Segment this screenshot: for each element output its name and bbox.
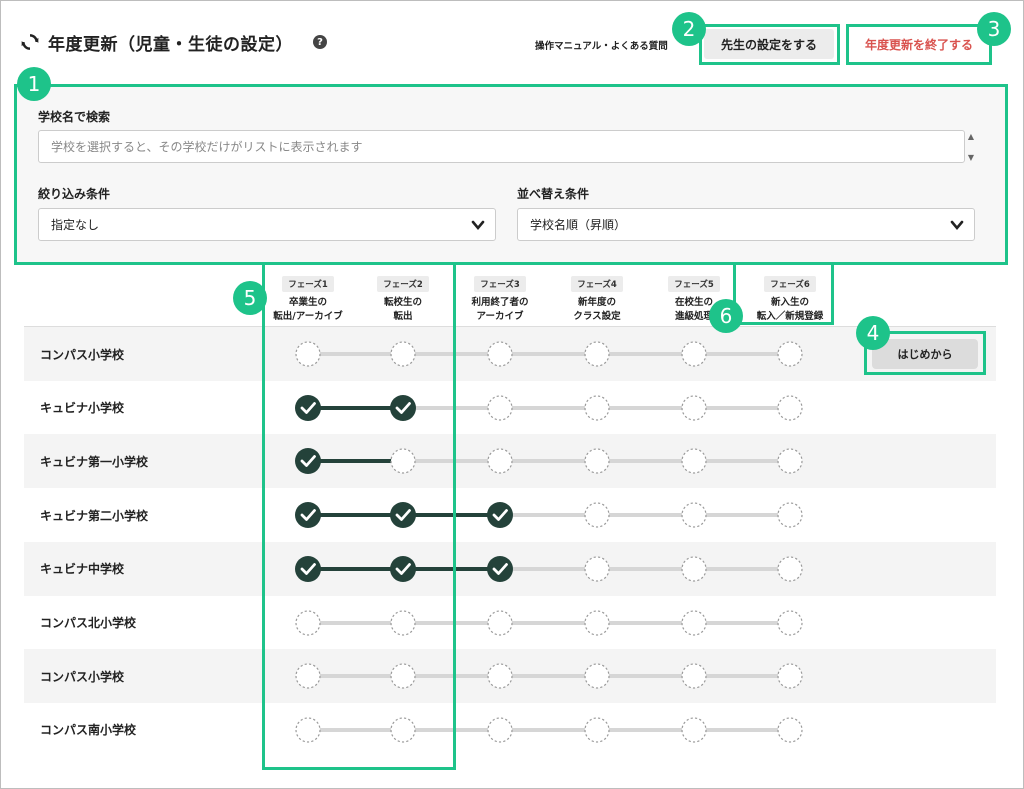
phase-badge: フェーズ5 bbox=[668, 276, 720, 292]
pending-circle-icon bbox=[487, 609, 513, 636]
table-row: キュビナ第一小学校 bbox=[24, 434, 996, 489]
pending-circle-icon bbox=[681, 341, 707, 367]
table-row: キュビナ中学校 bbox=[24, 541, 996, 596]
table-row: キュビナ小学校 bbox=[24, 381, 996, 435]
pending-circle-icon bbox=[487, 448, 513, 474]
pending-circle-icon bbox=[584, 341, 610, 367]
phase-progress-track bbox=[295, 341, 803, 367]
callout-number-2: 2 bbox=[672, 12, 706, 46]
phase-header-3: フェーズ3 利用終了者の アーカイブ bbox=[460, 272, 540, 324]
callout-number-4: 4 bbox=[856, 316, 890, 350]
help-icon[interactable]: ? bbox=[313, 35, 327, 49]
callout-number-6: 6 bbox=[709, 299, 743, 333]
pending-circle-icon bbox=[777, 448, 803, 474]
callout-box-6 bbox=[733, 262, 834, 325]
table-row: コンパス北小学校 bbox=[24, 596, 996, 650]
refresh-icon bbox=[21, 34, 39, 50]
phase-name: 新年度の クラス設定 bbox=[557, 296, 637, 324]
pending-circle-icon bbox=[487, 663, 513, 689]
phase-name-line2: アーカイブ bbox=[476, 311, 524, 322]
phase-badge: フェーズ3 bbox=[474, 276, 526, 292]
callout-number-5: 5 bbox=[233, 281, 267, 315]
pending-circle-icon bbox=[777, 663, 803, 689]
pending-circle-icon bbox=[777, 341, 803, 367]
pending-circle-icon bbox=[584, 556, 610, 582]
callout-box-2 bbox=[699, 24, 840, 65]
phase-badge: フェーズ4 bbox=[571, 276, 623, 292]
callout-box-1 bbox=[14, 84, 1008, 265]
table-row: コンパス小学校 bbox=[24, 649, 996, 704]
pending-circle-icon bbox=[584, 609, 610, 636]
page-header: 年度更新（児童・生徒の設定） ? bbox=[20, 30, 327, 55]
pending-circle-icon bbox=[777, 717, 803, 743]
manual-faq-link[interactable]: 操作マニュアル・よくある質問 bbox=[535, 38, 675, 52]
phase-progress-track bbox=[295, 555, 803, 582]
pending-circle-icon bbox=[777, 556, 803, 582]
table-row: キュビナ第二小学校 bbox=[24, 488, 996, 542]
pending-circle-icon bbox=[487, 341, 513, 367]
pending-circle-icon bbox=[681, 502, 707, 528]
callout-number-1: 1 bbox=[17, 67, 51, 101]
phase-header-4: フェーズ4 新年度のクラス設定 bbox=[557, 272, 637, 324]
phase-progress-track bbox=[295, 717, 803, 743]
phase-progress-track bbox=[295, 663, 803, 689]
pending-circle-icon bbox=[584, 663, 610, 689]
pending-circle-icon bbox=[681, 609, 707, 636]
phase-progress-track bbox=[295, 448, 803, 475]
pending-circle-icon bbox=[487, 717, 513, 743]
phase-name-line1: 新年度の bbox=[577, 297, 616, 308]
pending-circle-icon bbox=[487, 395, 513, 421]
table-row: コンパス南小学校 bbox=[24, 703, 996, 757]
phase-progress-track bbox=[295, 394, 803, 421]
pending-circle-icon bbox=[681, 448, 707, 474]
phase-progress-track bbox=[295, 502, 803, 529]
pending-circle-icon bbox=[681, 556, 707, 582]
pending-circle-icon bbox=[584, 717, 610, 743]
callout-number-3: 3 bbox=[977, 12, 1011, 46]
callout-box-5 bbox=[262, 262, 456, 770]
phase-name-line2: クラス設定 bbox=[573, 311, 621, 322]
check-circle-icon bbox=[487, 502, 513, 529]
pending-circle-icon bbox=[584, 448, 610, 474]
pending-circle-icon bbox=[584, 395, 610, 421]
pending-circle-icon bbox=[681, 663, 707, 689]
phase-name: 利用終了者の アーカイブ bbox=[460, 296, 540, 324]
table-row: コンパス小学校 bbox=[24, 327, 996, 381]
pending-circle-icon bbox=[681, 395, 707, 421]
phase-progress-track bbox=[295, 609, 803, 636]
pending-circle-icon bbox=[681, 717, 707, 743]
pending-circle-icon bbox=[777, 502, 803, 528]
check-circle-icon bbox=[487, 555, 513, 582]
page-title: 年度更新（児童・生徒の設定） bbox=[48, 34, 293, 55]
phase-name-line1: 利用終了者の bbox=[471, 297, 529, 308]
pending-circle-icon bbox=[584, 502, 610, 528]
callout-box-3 bbox=[846, 24, 992, 65]
pending-circle-icon bbox=[777, 395, 803, 421]
pending-circle-icon bbox=[777, 609, 803, 636]
